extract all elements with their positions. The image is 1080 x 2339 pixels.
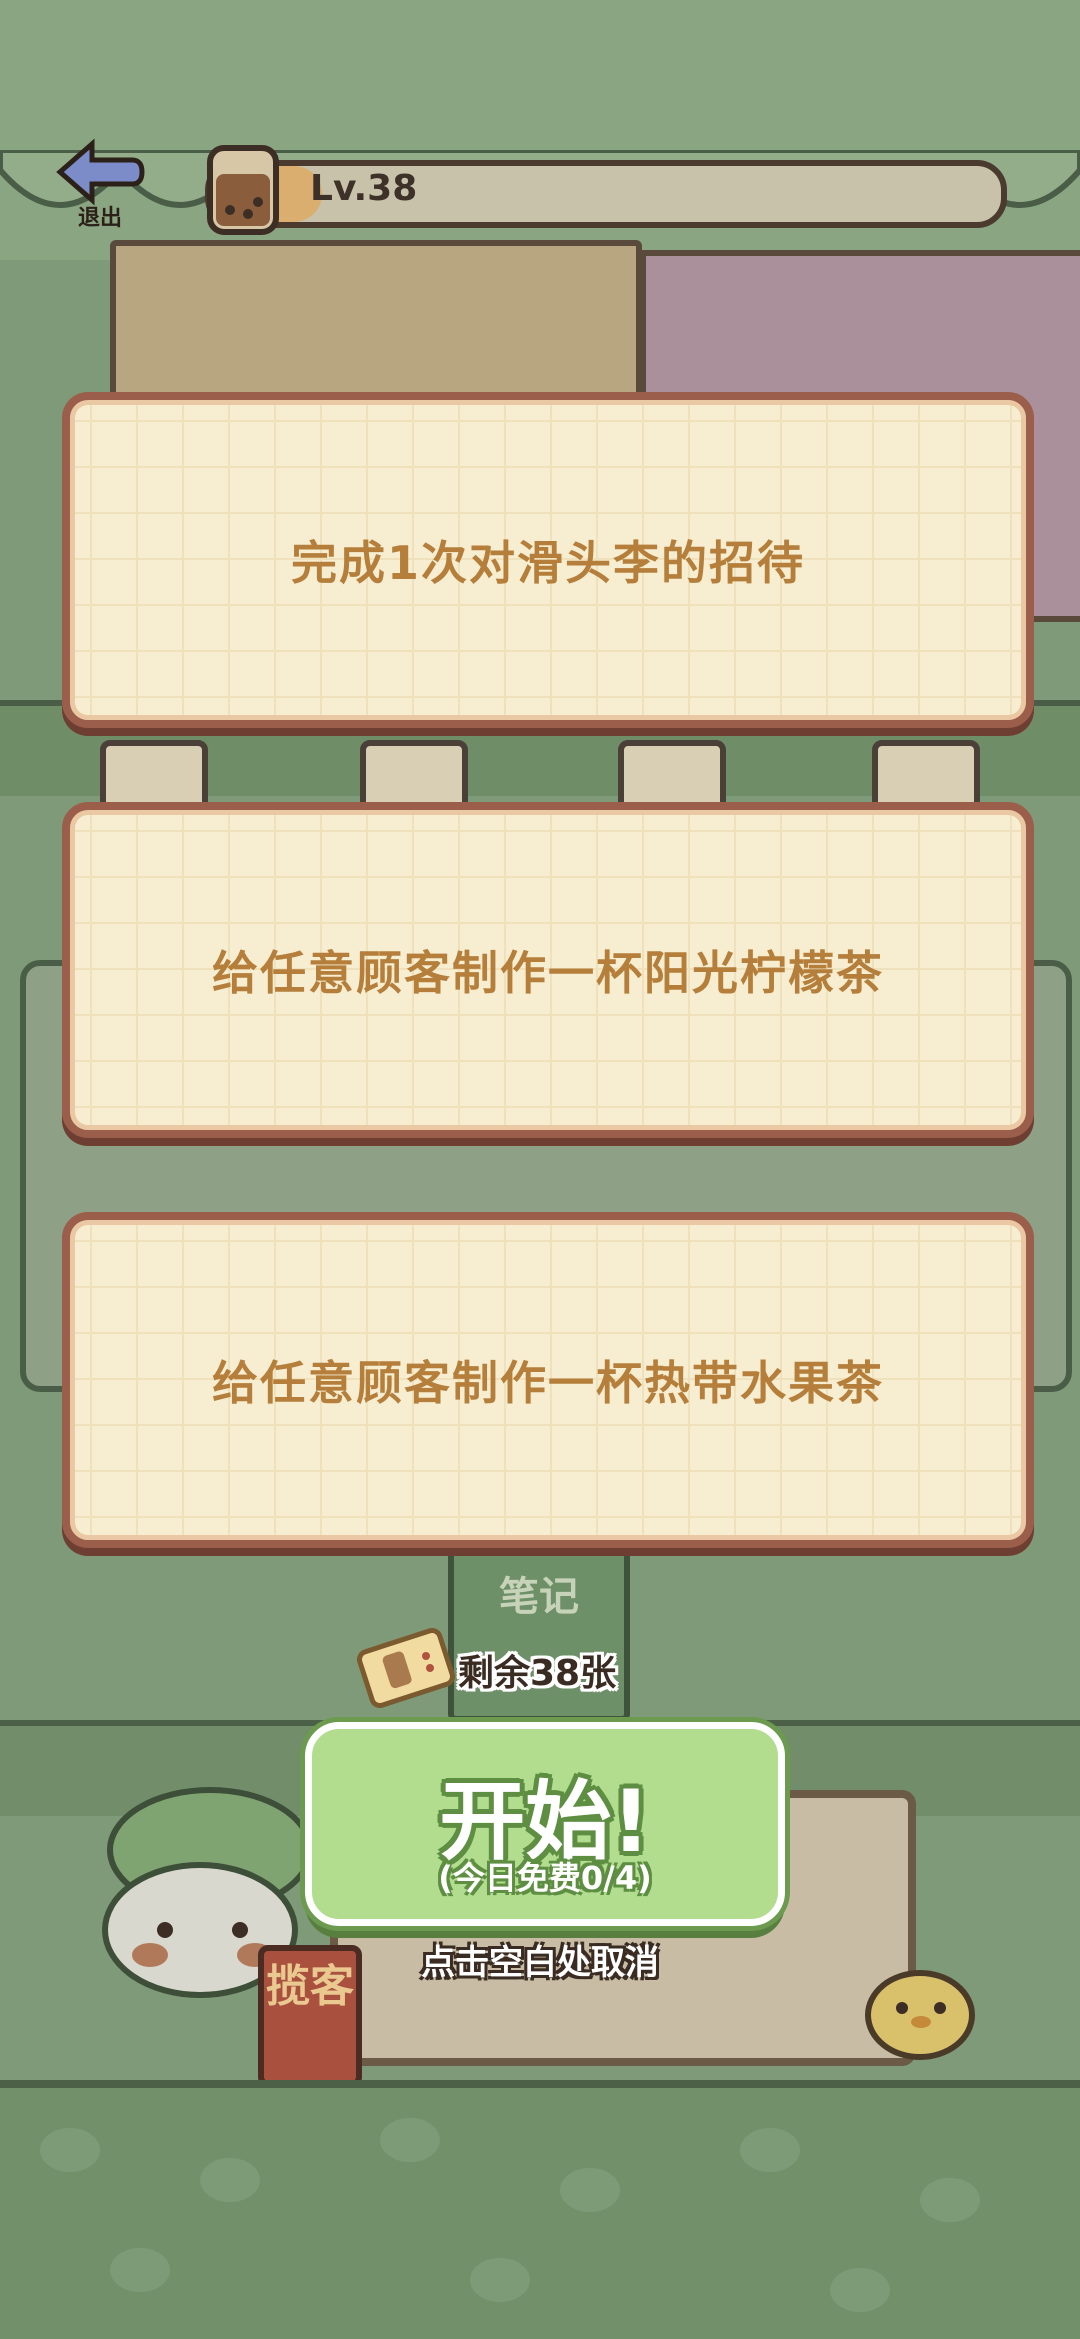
cancel-hint: 点击空白处取消 xyxy=(421,1943,659,1983)
floor-tile xyxy=(920,2178,980,2222)
notebook-label: 笔记 xyxy=(499,1574,579,1620)
task-text: 完成1次对滑头李的招待 xyxy=(290,536,805,590)
exit-button[interactable]: 退出 xyxy=(52,138,148,238)
floor-tile xyxy=(380,2118,440,2162)
exit-label: 退出 xyxy=(77,206,122,231)
floor-tile xyxy=(110,2248,170,2292)
back-arrow-icon xyxy=(56,138,145,206)
start-button[interactable]: 开始! (今日免费0/4) xyxy=(305,1722,785,1926)
floor-tile xyxy=(200,2158,260,2202)
task-text: 给任意顾客制作一杯热带水果茶 xyxy=(212,1356,884,1410)
floor-tile xyxy=(560,2168,620,2212)
floor xyxy=(0,2080,1080,2339)
floor-tile xyxy=(470,2258,530,2302)
task-card[interactable]: 给任意顾客制作一杯热带水果茶 xyxy=(62,1212,1034,1548)
task-card[interactable]: 完成1次对滑头李的招待 xyxy=(62,392,1034,728)
floor-tile xyxy=(740,2128,800,2172)
milk-tea-cup-icon xyxy=(207,145,279,235)
task-text: 给任意顾客制作一杯阳光柠檬茶 xyxy=(212,946,884,1000)
start-free-count: (今日免费0/4) xyxy=(438,1859,652,1897)
level-text: Lv.38 xyxy=(310,168,418,209)
background-scene[interactable]: 笔记 揽客 xyxy=(0,0,1080,2339)
floor-tile xyxy=(40,2128,100,2172)
task-card[interactable]: 给任意顾客制作一杯阳光柠檬茶 xyxy=(62,802,1034,1138)
floor-tile xyxy=(830,2268,890,2312)
tickets-remaining: 剩余38张 xyxy=(458,1653,617,1694)
ticket-icon xyxy=(356,1628,456,1708)
